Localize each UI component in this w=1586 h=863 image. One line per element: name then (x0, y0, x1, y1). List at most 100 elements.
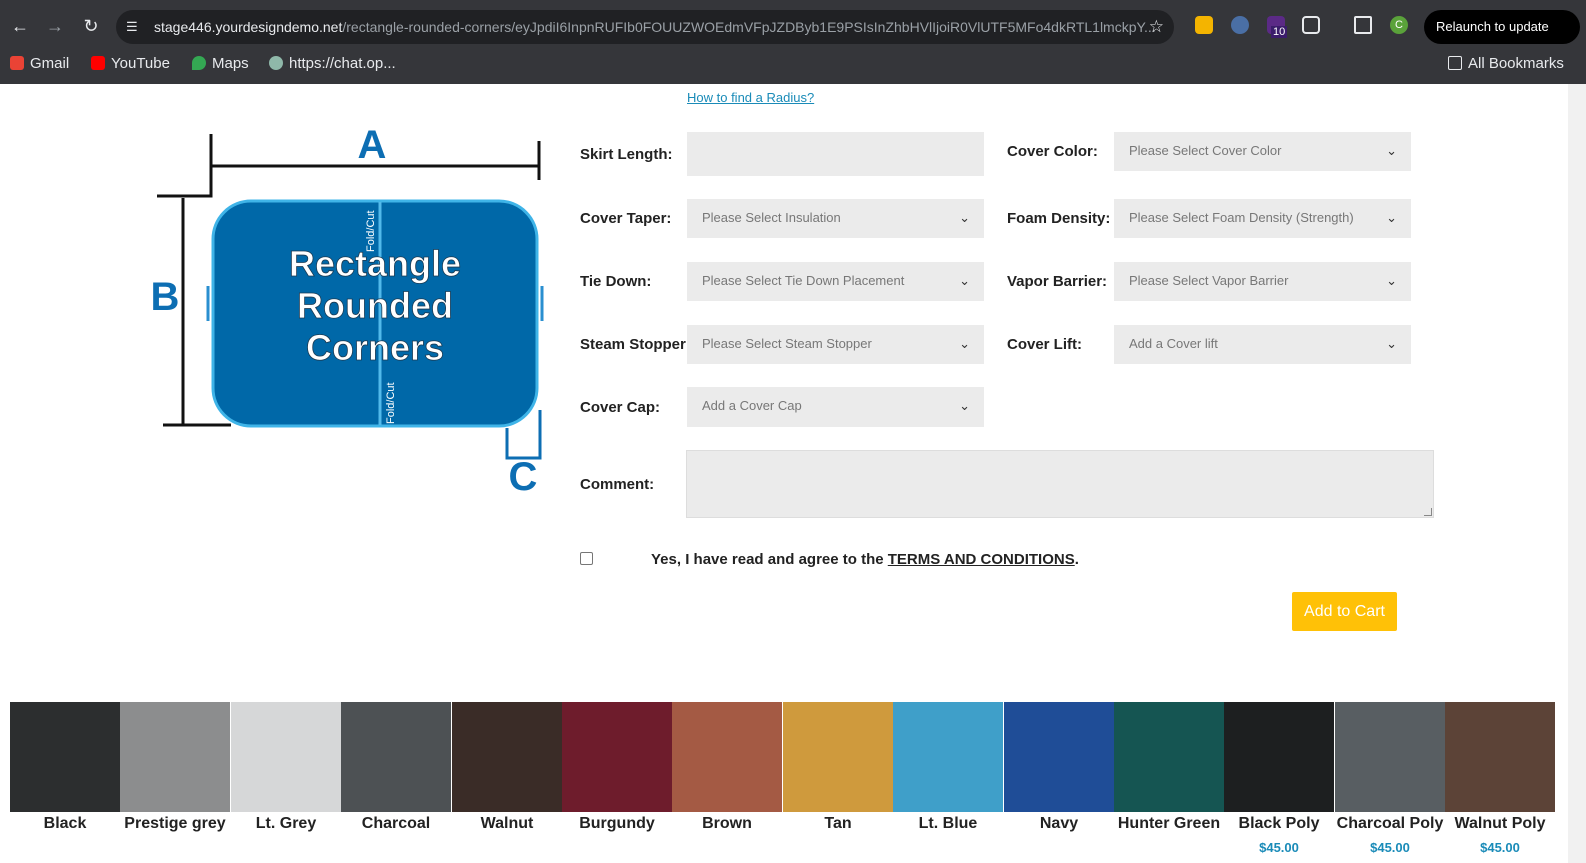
cover-color-select[interactable]: Please Select Cover Color ⌄ (1114, 132, 1411, 171)
swatch-label: Hunter Green (1117, 815, 1221, 832)
chevron-down-icon: ⌄ (959, 336, 970, 351)
cover-lift-select[interactable]: Add a Cover lift ⌄ (1114, 325, 1411, 364)
diagram-title-line1: Rectangle (289, 243, 461, 284)
tie-down-label: Tie Down: (580, 273, 652, 290)
address-bar[interactable]: ☰ stage446.yourdesigndemo.net/rectangle-… (116, 10, 1174, 44)
bookmarks-bar: Gmail YouTube Maps https://chat.op... Al… (0, 44, 1586, 84)
swatch-label: Walnut Poly (1454, 815, 1546, 832)
chevron-down-icon: ⌄ (1386, 273, 1397, 288)
steam-stopper-select[interactable]: Please Select Steam Stopper ⌄ (687, 325, 984, 364)
site-info-icon[interactable]: ☰ (126, 10, 146, 44)
bookmark-star-icon[interactable]: ☆ (1149, 10, 1164, 44)
cover-cap-label: Cover Cap: (580, 399, 661, 416)
gmail-icon (10, 56, 24, 70)
swatch-price: $45.00 (1480, 840, 1520, 855)
swatch-brown[interactable] (672, 702, 782, 812)
swatch-label: Brown (702, 815, 752, 832)
cover-taper-label: Cover Taper: (580, 210, 672, 227)
rectangle-rounded-corners-diagram: Fold/Cut Fold/Cut Rectangle Rounded Corn… (151, 128, 544, 499)
swatch-label: Charcoal (361, 815, 431, 832)
bookmark-maps[interactable]: Maps (192, 53, 249, 75)
tie-down-select[interactable]: Please Select Tie Down Placement ⌄ (687, 262, 984, 301)
terms-text: Yes, I have read and agree to the TERMS … (651, 551, 1079, 568)
swatch-label: Lt. Blue (918, 815, 978, 832)
radius-help-link[interactable]: How to find a Radius? (687, 90, 814, 105)
page-scrollbar[interactable] (1568, 84, 1586, 863)
chevron-down-icon: ⌄ (959, 210, 970, 225)
swatch-lt-grey[interactable] (231, 702, 341, 812)
cover-lift-label: Cover Lift: (1007, 336, 1082, 353)
cover-taper-select[interactable]: Please Select Insulation ⌄ (687, 199, 984, 238)
swatch-hunter-green[interactable] (1114, 702, 1224, 812)
chevron-down-icon: ⌄ (1386, 210, 1397, 225)
bookmark-youtube[interactable]: YouTube (91, 53, 170, 75)
steam-stopper-label: Steam Stopper: (580, 336, 691, 353)
add-to-cart-button[interactable]: Add to Cart (1292, 592, 1397, 631)
swatch-label: Black (43, 815, 87, 832)
swatch-walnut[interactable] (452, 702, 562, 812)
swatch-label: Black Poly (1238, 815, 1320, 832)
swatch-price: $45.00 (1259, 840, 1299, 855)
swatch-burgundy[interactable] (562, 702, 672, 812)
terms-checkbox[interactable] (580, 552, 593, 565)
comment-textarea[interactable] (686, 450, 1434, 518)
reload-icon[interactable]: ↻ (79, 14, 103, 38)
fold-cut-label-bottom: Fold/Cut (385, 382, 397, 424)
corner-bracket-line (157, 134, 213, 198)
swatch-label: Prestige grey (124, 815, 226, 832)
resize-grip-icon[interactable] (1424, 508, 1432, 516)
extension-notes-icon[interactable] (1195, 16, 1213, 34)
swatch-label: Lt. Grey (255, 815, 317, 832)
chevron-down-icon: ⌄ (1386, 143, 1397, 158)
swatch-lt-blue[interactable] (893, 702, 1003, 812)
extension-bolt-icon[interactable] (1231, 16, 1249, 34)
swatch-black[interactable] (10, 702, 120, 812)
vapor-barrier-select[interactable]: Please Select Vapor Barrier ⌄ (1114, 262, 1411, 301)
dimension-a-label: A (358, 128, 387, 167)
swatch-label: Navy (1039, 815, 1079, 832)
dimension-c-label: C (509, 455, 538, 499)
swatch-prestige-grey[interactable] (120, 702, 230, 812)
swatch-price: $45.00 (1370, 840, 1410, 855)
relaunch-button[interactable]: Relaunch to update (1424, 10, 1580, 44)
bookmark-chat[interactable]: https://chat.op... (269, 53, 396, 75)
folder-icon (1448, 56, 1462, 70)
extensions-puzzle-icon[interactable] (1302, 16, 1320, 34)
cover-cap-select[interactable]: Add a Cover Cap ⌄ (687, 387, 984, 427)
chevron-down-icon: ⌄ (959, 273, 970, 288)
chevron-down-icon: ⌄ (959, 398, 970, 413)
foam-density-select[interactable]: Please Select Foam Density (Strength) ⌄ (1114, 199, 1411, 238)
swatch-label: Tan (824, 815, 852, 832)
vapor-barrier-label: Vapor Barrier: (1007, 273, 1108, 290)
comment-label: Comment: (580, 476, 655, 493)
url-host: stage446.yourdesigndemo.net (154, 19, 343, 35)
forward-arrow-icon[interactable]: → (43, 14, 67, 38)
youtube-icon (91, 56, 105, 70)
profile-avatar[interactable]: C (1390, 16, 1408, 34)
swatch-tan[interactable] (783, 702, 893, 812)
skirt-length-label: Skirt Length: (580, 146, 673, 163)
swatch-walnut-poly[interactable] (1445, 702, 1555, 812)
terms-link[interactable]: TERMS AND CONDITIONS (888, 551, 1075, 568)
swatch-charcoal-poly[interactable] (1335, 702, 1445, 812)
swatch-charcoal[interactable] (341, 702, 451, 812)
chevron-down-icon: ⌄ (1386, 336, 1397, 351)
chat-icon (269, 56, 283, 70)
side-panel-icon[interactable] (1354, 16, 1372, 34)
diagram-title-line3: Corners (306, 327, 444, 368)
cover-color-label: Cover Color: (1007, 143, 1098, 160)
foam-density-label: Foam Density: (1007, 210, 1111, 227)
page-content: How to find a Radius? Fold/Cut Fold/Cut … (0, 84, 1568, 863)
skirt-length-input[interactable] (687, 132, 984, 176)
back-arrow-icon[interactable]: ← (8, 14, 32, 38)
swatch-label: Burgundy (579, 815, 655, 832)
maps-pin-icon (192, 56, 206, 70)
all-bookmarks[interactable]: All Bookmarks (1448, 53, 1564, 75)
swatch-navy[interactable] (1004, 702, 1114, 812)
swatch-black-poly[interactable] (1224, 702, 1334, 812)
extension-badge-icon[interactable]: 10 (1267, 16, 1288, 38)
dimension-b-label: B (151, 275, 180, 319)
swatch-label: Charcoal Poly (1336, 815, 1444, 832)
bookmark-gmail[interactable]: Gmail (10, 53, 69, 75)
url-path: /rectangle-rounded-corners/eyJpdiI6InpnR… (342, 19, 1156, 35)
